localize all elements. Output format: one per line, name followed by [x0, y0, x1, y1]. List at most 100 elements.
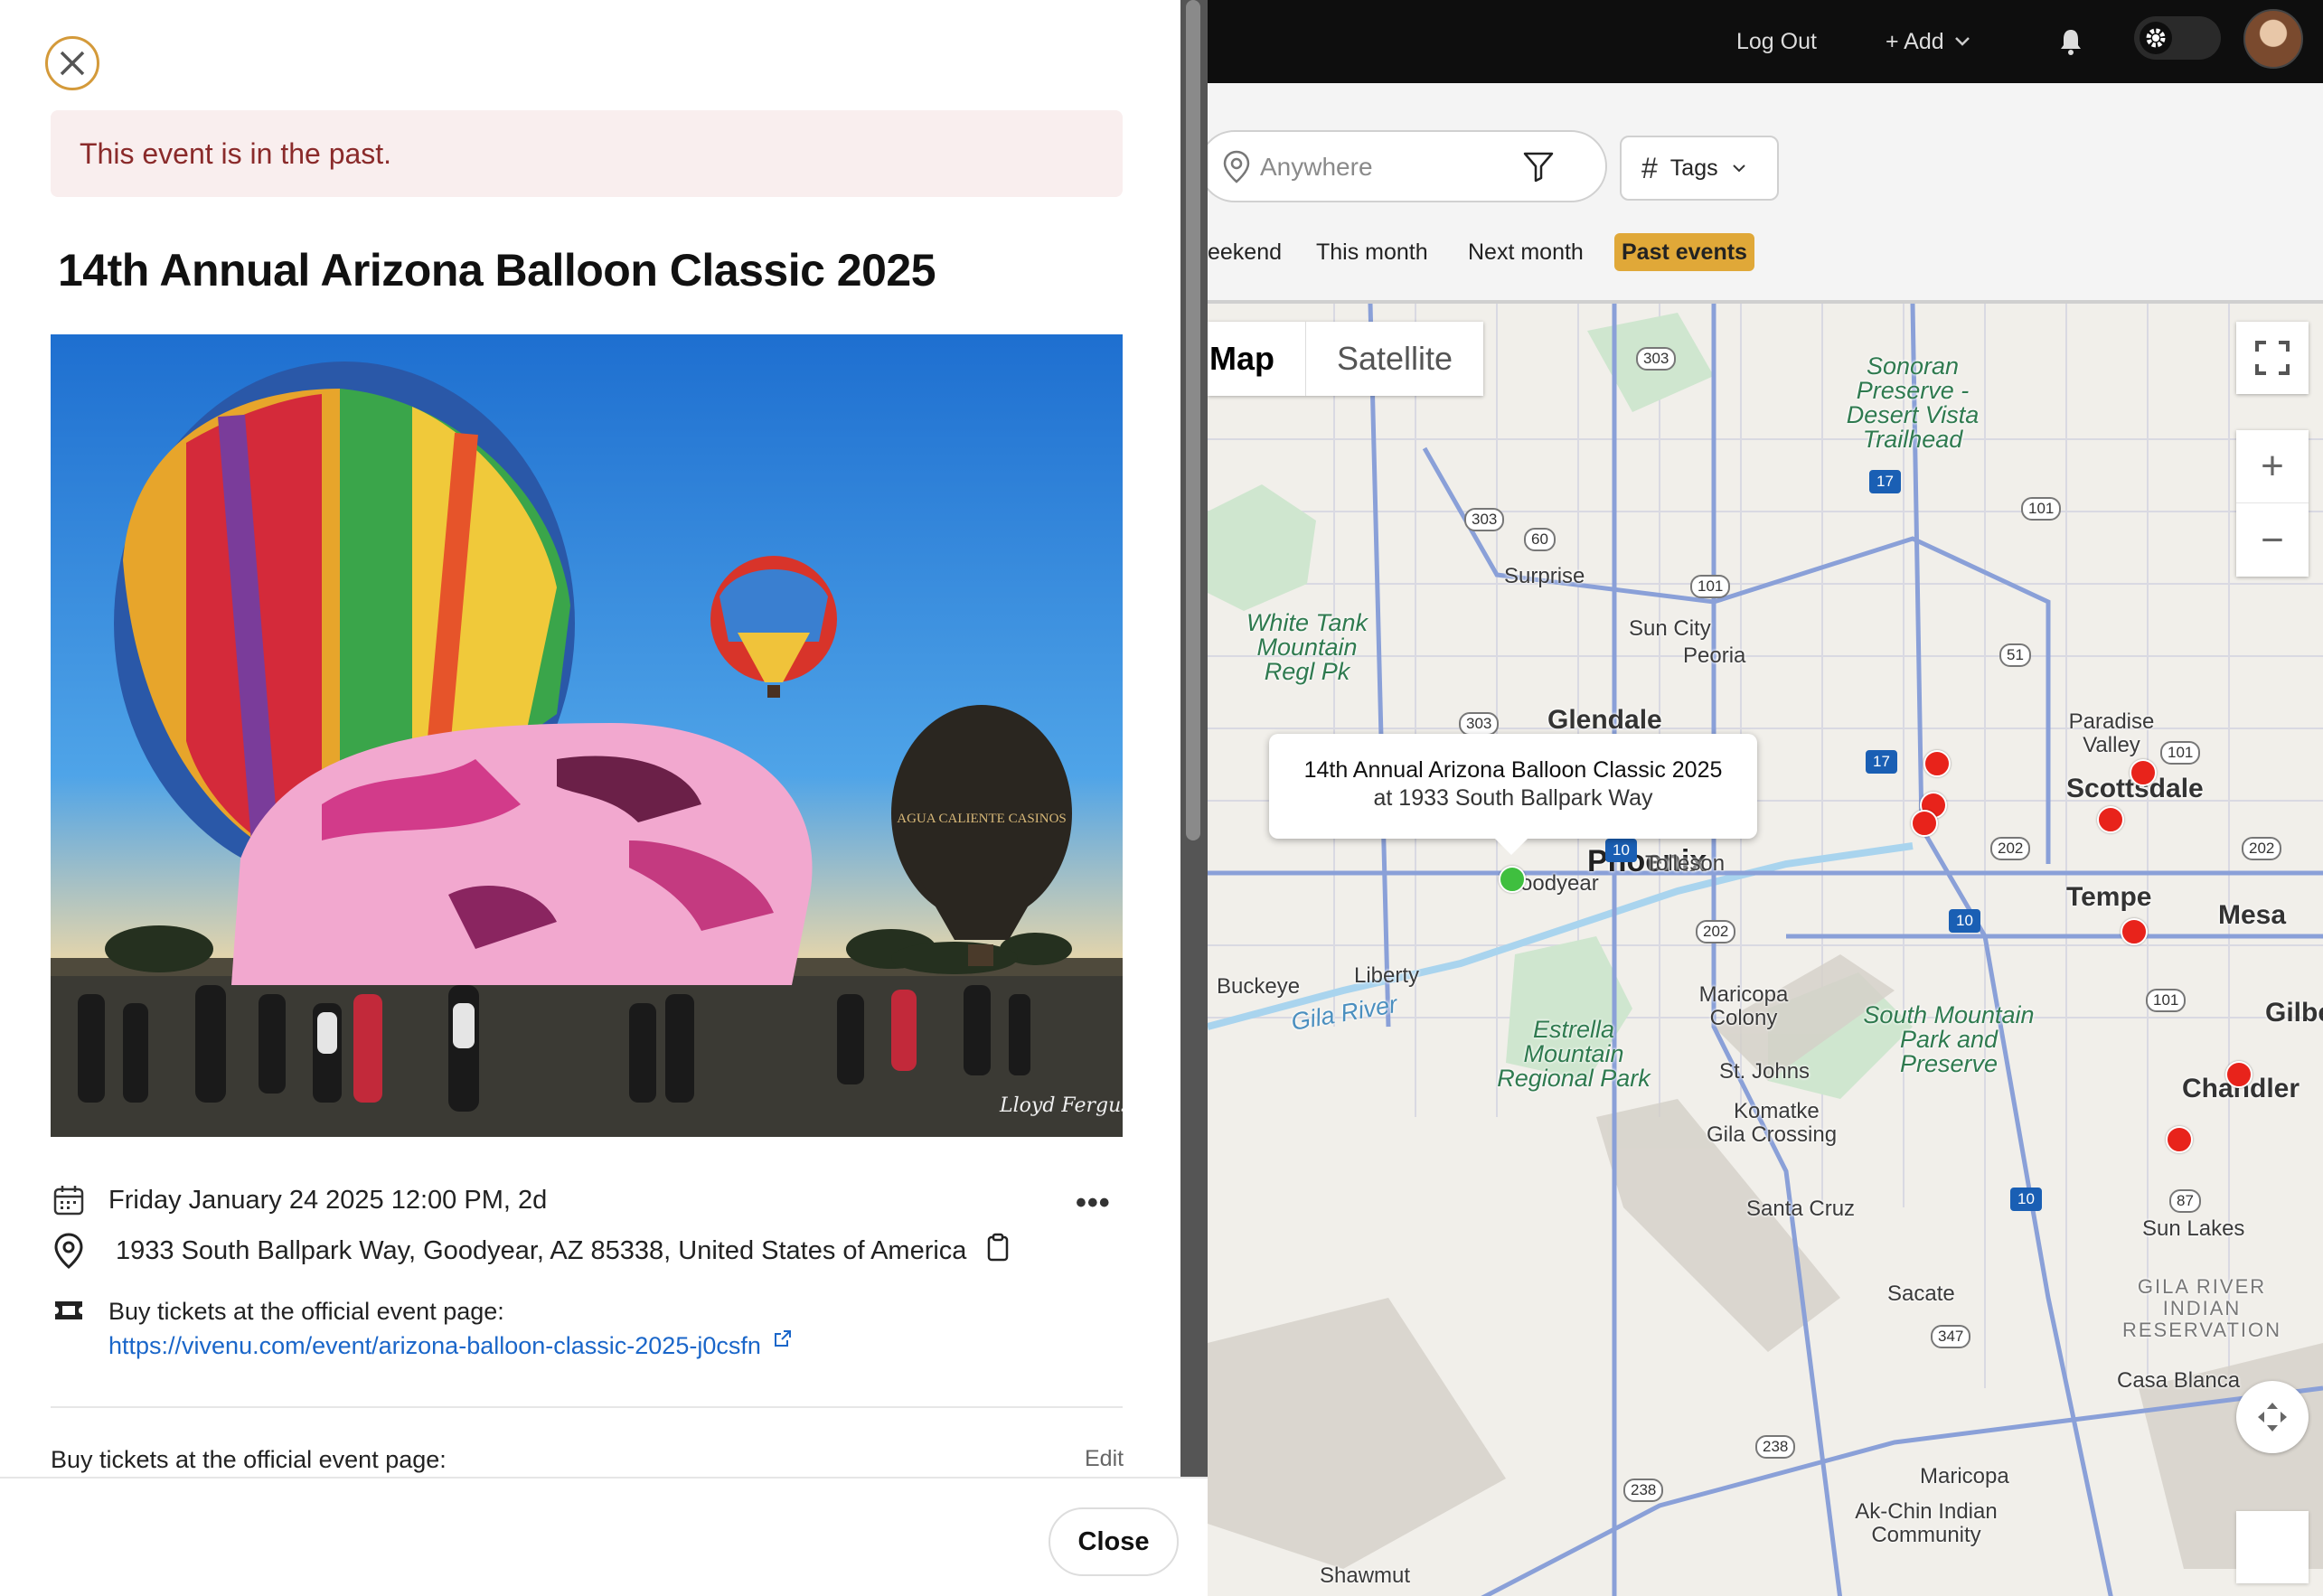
edit-description-link[interactable]: Edit — [1085, 1446, 1124, 1472]
event-marker[interactable] — [2166, 1126, 2193, 1153]
shield-i17-b: 17 — [1866, 750, 1897, 774]
map-label-surprise: Surprise — [1504, 564, 1585, 588]
chevron-down-icon — [1732, 164, 1745, 173]
logout-button[interactable]: Log Out — [1736, 0, 1817, 83]
shield-238-b: 238 — [1623, 1479, 1664, 1502]
notifications-button[interactable] — [2057, 0, 2084, 83]
map-corner-control[interactable] — [2236, 1511, 2309, 1583]
panel-footer: Close — [0, 1477, 1208, 1596]
location-pin-icon — [1223, 150, 1250, 183]
chip-weekend[interactable]: eekend — [1200, 233, 1289, 271]
map-label-maricopa: Maricopa — [1920, 1464, 2009, 1488]
shield-303-c: 303 — [1459, 712, 1500, 736]
more-options-button[interactable]: ••• — [1076, 1186, 1111, 1221]
filter-funnel-icon[interactable] — [1522, 150, 1555, 183]
theme-toggle[interactable] — [2134, 16, 2221, 60]
shield-303-a: 303 — [1636, 347, 1677, 371]
top-bar: Log Out + Add — [1208, 0, 2323, 83]
zoom-control: + − — [2236, 430, 2309, 577]
event-photo: AGUA CALIENTE CASINOS Lloyd Fergu — [51, 334, 1123, 1137]
map-label-liberty: Liberty — [1354, 963, 1420, 988]
event-marker[interactable] — [2130, 759, 2157, 786]
copy-address-button[interactable] — [986, 1233, 1010, 1269]
map-label-gilbert: Gilbe — [2265, 998, 2323, 1028]
shield-101-c: 101 — [2160, 741, 2201, 765]
chip-past-events[interactable]: Past events — [1614, 233, 1754, 271]
location-search-box — [1199, 130, 1607, 202]
map-type-control: Map Satellite — [1208, 322, 1484, 396]
scrollbar-thumb[interactable] — [1186, 0, 1200, 840]
ticket-url[interactable]: https://vivenu.com/event/arizona-balloon… — [108, 1332, 761, 1359]
location-pin-icon — [51, 1233, 87, 1269]
tags-dropdown[interactable]: # Tags — [1620, 136, 1779, 201]
theme-knob — [2140, 22, 2172, 54]
shield-51: 51 — [1999, 643, 2031, 667]
map-label-komatke: Komatke — [1734, 1099, 1820, 1123]
event-tickets-row: Buy tickets at the official event page: … — [51, 1294, 793, 1363]
event-date-row: Friday January 24 2025 12:00 PM, 2d — [51, 1182, 547, 1218]
event-title: 14th Annual Arizona Balloon Classic 2025 — [58, 245, 936, 296]
chip-next-month[interactable]: Next month — [1461, 233, 1591, 271]
map-label-paradise-valley: Paradise Valley — [2068, 709, 2155, 757]
map-info-popup: 14th Annual Arizona Balloon Classic 2025… — [1269, 734, 1757, 855]
zoom-in-button[interactable]: + — [2236, 430, 2309, 503]
shield-202-c: 202 — [2242, 837, 2282, 860]
map-label-santa-cruz: Santa Cruz — [1746, 1197, 1856, 1221]
event-address-row: 1933 South Ballpark Way, Goodyear, AZ 85… — [51, 1233, 1010, 1269]
map-label-sacate: Sacate — [1887, 1281, 1955, 1306]
map-label-white-tank: White Tank Mountain Regl Pk — [1246, 609, 1368, 685]
shield-303-b: 303 — [1464, 508, 1505, 531]
ticket-info: Buy tickets at the official event page: … — [108, 1294, 793, 1363]
map-label-maricopa-colony: Maricopa Colony — [1698, 982, 1789, 1030]
hash-icon: # — [1641, 151, 1658, 184]
shield-i17-a: 17 — [1869, 470, 1901, 493]
event-marker[interactable] — [1911, 810, 1938, 837]
map-label-buckeye: Buckeye — [1217, 974, 1301, 999]
add-menu-button[interactable]: + Add — [1886, 0, 1971, 83]
map-label-mesa: Mesa — [2218, 900, 2287, 930]
event-marker[interactable] — [2097, 806, 2124, 833]
map-label-ak-chin: Ak-Chin Indian Community — [1855, 1499, 1998, 1547]
shield-202-b: 202 — [1990, 837, 2031, 860]
map-label-tolleson: Tolleson — [1645, 851, 1726, 876]
selected-event-marker[interactable] — [1499, 866, 1526, 893]
ticket-link[interactable]: https://vivenu.com/event/arizona-balloon… — [108, 1328, 793, 1363]
description-text: Buy tickets at the official event page: — [51, 1446, 447, 1473]
map-label-goodyear: oodyear — [1520, 871, 1599, 896]
external-link-icon — [775, 1330, 792, 1347]
photo-signature: Lloyd Ferguson — [999, 1094, 1123, 1117]
event-marker[interactable] — [2225, 1061, 2252, 1088]
map-label-st-johns: St. Johns — [1719, 1059, 1810, 1084]
map-label-sun-city: Sun City — [1629, 616, 1711, 641]
shield-101-b: 101 — [2021, 497, 2062, 521]
shield-101-a: 101 — [1690, 575, 1731, 598]
ticket-label: Buy tickets at the official event page: — [108, 1298, 504, 1325]
bell-icon — [2061, 30, 2081, 55]
shield-60: 60 — [1524, 528, 1556, 551]
location-search-input[interactable] — [1260, 145, 1531, 190]
app-root: Log Out + Add # Tags eekend This month N — [0, 0, 2323, 1596]
satellite-view-button[interactable]: Satellite — [1305, 322, 1483, 396]
zoom-out-button[interactable]: − — [2236, 503, 2309, 577]
event-marker[interactable] — [2121, 918, 2148, 945]
pan-control-button[interactable] — [2236, 1381, 2309, 1453]
add-label: + Add — [1886, 28, 1944, 54]
shield-238-a: 238 — [1755, 1435, 1796, 1459]
close-panel-button[interactable] — [45, 36, 99, 90]
map-label-shawmut: Shawmut — [1320, 1563, 1411, 1588]
calendar-icon — [51, 1182, 87, 1218]
map-view-button[interactable]: Map — [1208, 322, 1305, 396]
user-avatar[interactable] — [2243, 9, 2303, 69]
chevron-down-icon — [1954, 37, 1970, 46]
shield-i10-b: 10 — [1949, 909, 1980, 933]
gear-icon — [2146, 28, 2166, 48]
event-marker[interactable] — [1923, 750, 1951, 777]
fullscreen-button[interactable] — [2236, 322, 2309, 394]
events-map[interactable]: Map Satellite + − Phoenix Glendale Scott… — [1208, 300, 2323, 1596]
map-base — [1208, 304, 2323, 1596]
filter-bar: # Tags eekend This month Next month Past… — [1199, 83, 2323, 300]
chip-this-month[interactable]: This month — [1309, 233, 1435, 271]
close-button[interactable]: Close — [1049, 1507, 1179, 1576]
event-datetime: Friday January 24 2025 12:00 PM, 2d — [108, 1185, 548, 1215]
map-label-sonoran-preserve: Sonoran Preserve -Desert Vista Trailhead — [1846, 352, 1980, 453]
